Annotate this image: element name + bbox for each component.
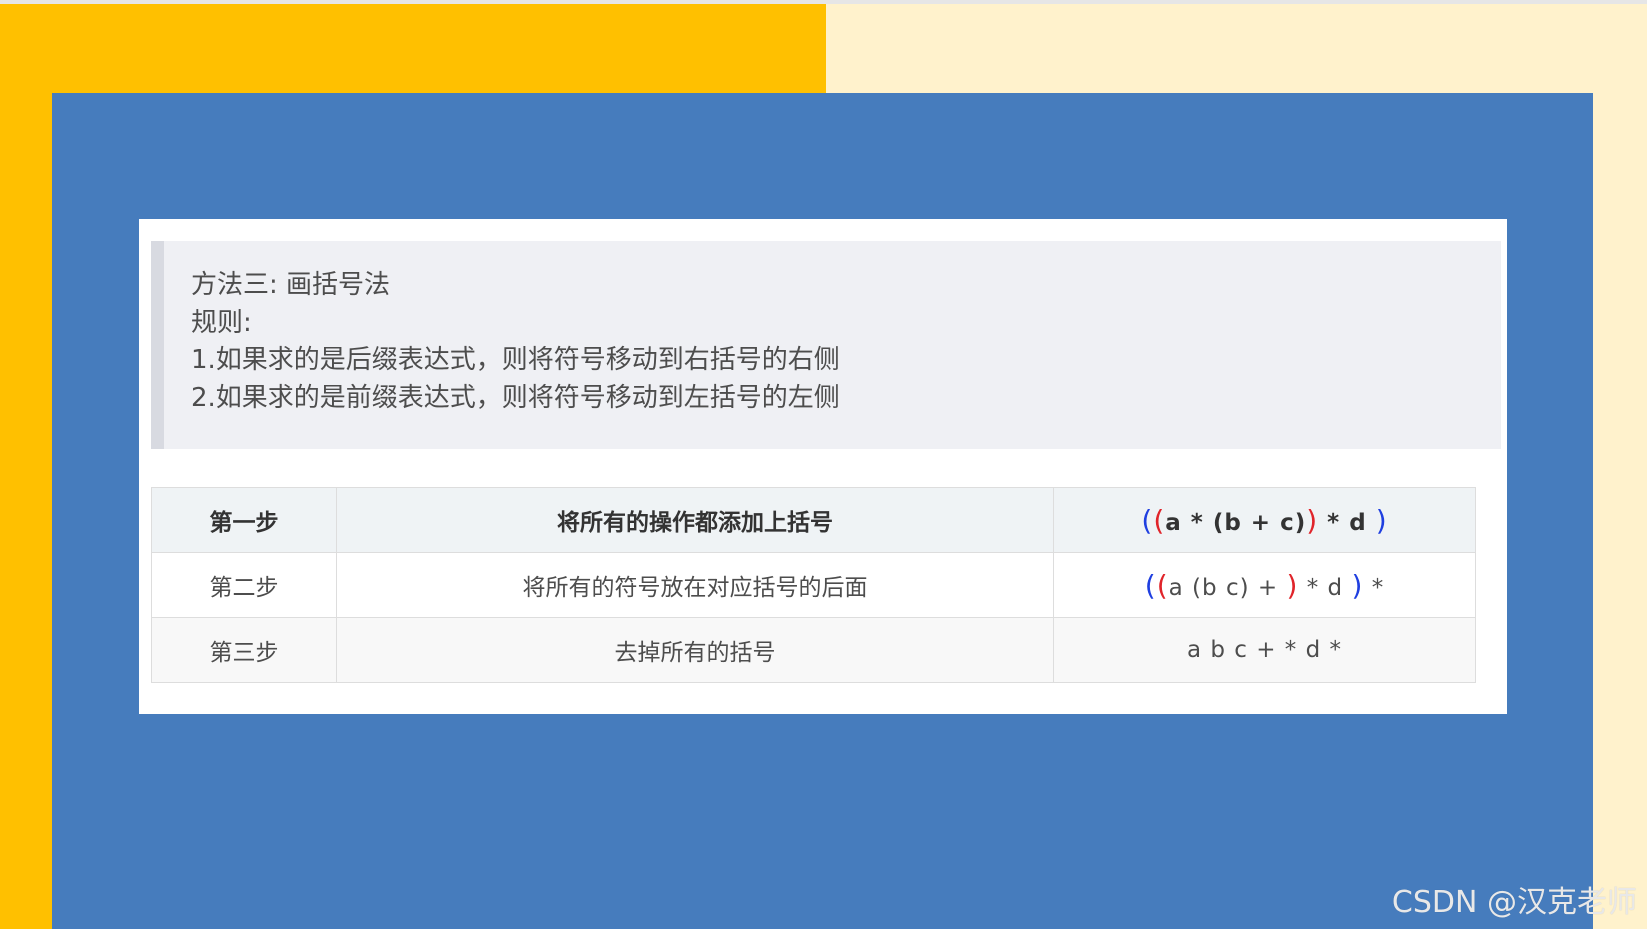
- expression-text: a b c + * d *: [1186, 637, 1343, 663]
- method-blockquote: 方法三: 画括号法 规则: 1.如果求的是后缀表达式，则将符号移动到右括号的右侧…: [151, 241, 1501, 449]
- table-row: 第一步 将所有的操作都添加上括号 ((a * (b + c)) * d ): [151, 487, 1476, 553]
- expression-body: a * (b + c): [1165, 509, 1307, 536]
- outer-open-paren: (: [1141, 503, 1154, 537]
- inner-open-paren: (: [1153, 503, 1166, 537]
- table-row: 第三步 去掉所有的括号 a b c + * d *: [151, 617, 1476, 683]
- method-title: 方法三: 画括号法: [191, 270, 391, 300]
- outer-open-paren: (: [1144, 568, 1157, 602]
- rule-label: 规则:: [191, 307, 252, 338]
- inner-close-paren: ): [1306, 503, 1319, 537]
- action-cell: 去掉所有的括号: [336, 617, 1054, 683]
- outer-close-paren: ): [1351, 568, 1364, 602]
- expression-body: a (b c) +: [1168, 574, 1287, 601]
- action-cell: 将所有的操作都添加上括号: [336, 487, 1054, 553]
- expression-cell: ((a * (b + c)) * d ): [1053, 487, 1476, 553]
- expression-tail: *: [1363, 574, 1385, 601]
- rule-prefix: 2.如果求的是前缀表达式，则将符号移动到左括号的左侧: [191, 382, 840, 413]
- expression-middle: * d: [1298, 574, 1352, 601]
- csdn-watermark: CSDN @汉克老师: [1391, 885, 1637, 920]
- expression-cell: ((a (b c) + ) * d ) *: [1053, 552, 1476, 618]
- expression-cell: a b c + * d *: [1053, 617, 1476, 683]
- rule-postfix: 1.如果求的是后缀表达式，则将符号移动到右括号的右侧: [191, 345, 840, 375]
- step-cell: 第三步: [151, 617, 337, 683]
- table-row: 第二步 将所有的符号放在对应括号的后面 ((a (b c) + ) * d ) …: [151, 552, 1476, 618]
- expression-middle: * d: [1318, 509, 1376, 536]
- outer-close-paren: ): [1375, 503, 1388, 537]
- inner-close-paren: ): [1286, 568, 1299, 602]
- step-cell: 第二步: [151, 552, 337, 618]
- step-cell: 第一步: [151, 487, 337, 553]
- content-card: 方法三: 画括号法 规则: 1.如果求的是后缀表达式，则将符号移动到右括号的右侧…: [139, 219, 1507, 714]
- steps-table: 第一步 将所有的操作都添加上括号 ((a * (b + c)) * d ) 第二…: [151, 487, 1476, 683]
- inner-open-paren: (: [1156, 568, 1169, 602]
- action-cell: 将所有的符号放在对应括号的后面: [336, 552, 1054, 618]
